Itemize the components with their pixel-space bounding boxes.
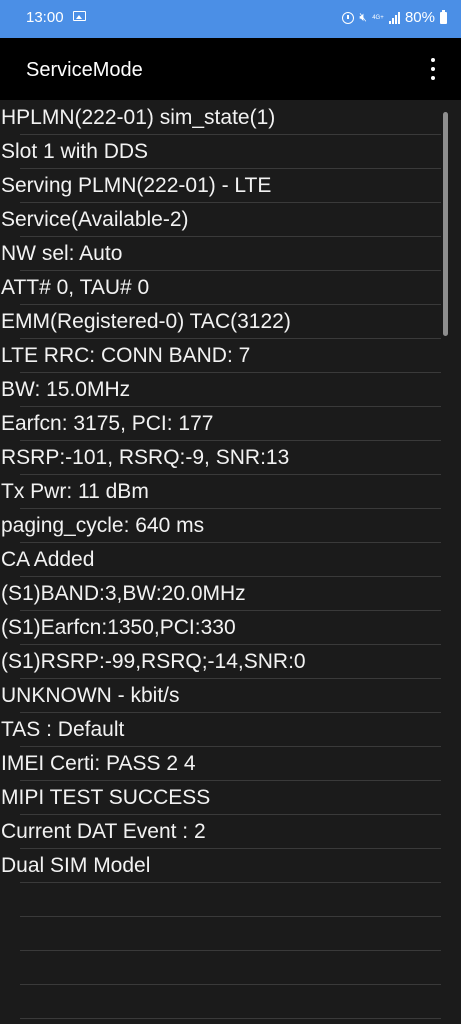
list-item: paging_cycle: 640 ms [1,514,205,537]
page-title: ServiceMode [26,59,143,81]
list-item: CA Added [1,548,95,571]
list-item: Dual SIM Model [1,854,151,877]
list-item: Current DAT Event : 2 [1,820,206,843]
list-item: Serving PLMN(222-01) - LTE [1,174,272,197]
list-item: UNKNOWN - kbit/s [1,684,180,707]
more-vert-icon [431,58,435,62]
list-item: (S1)Earfcn:1350,PCI:330 [1,616,236,639]
list-item [0,916,442,950]
alarm-icon [342,11,355,24]
list-item: (S1)RSRP:-99,RSRQ;-14,SNR:0 [1,650,306,673]
battery-icon [440,9,447,24]
list-item: BW: 15.0MHz [1,378,131,401]
list-item: MIPI TEST SUCCESS [1,786,211,809]
mute-icon: 🔇︎ [359,10,367,24]
app-bar: ServiceMode [0,38,461,100]
list-item: NW sel: Auto [1,242,123,265]
row-divider [20,1018,441,1019]
4g-lte-icon: 4G+ [372,14,384,21]
list-item: Earfcn: 3175, PCI: 177 [1,412,214,435]
list-item: HPLMN(222-01) sim_state(1) [1,106,276,129]
gallery-icon [73,11,86,21]
list-item: IMEI Certi: PASS 2 4 [1,752,196,775]
list-item: Slot 1 with DDS [1,140,149,163]
battery-percentage: 80% [404,9,435,26]
list-item: LTE RRC: CONN BAND: 7 [1,344,251,367]
list-item: (S1)BAND:3,BW:20.0MHz [1,582,246,605]
list-item [0,950,442,984]
list-item: EMM(Registered-0) TAC(3122) [1,310,291,333]
signal-icon [388,11,400,24]
list-item [0,984,442,1018]
list-item: TAS : Default [1,718,125,741]
status-icons: 🔇︎ 4G+ 80% [342,9,447,26]
status-bar: 13:00 🔇︎ 4G+ 80% [0,0,461,38]
more-options-button[interactable] [427,58,439,80]
list-item [0,882,442,916]
list-item: ATT# 0, TAU# 0 [1,276,150,299]
scrollbar[interactable] [443,112,448,336]
status-time: 13:00 [26,9,64,26]
list-item: RSRP:-101, RSRQ:-9, SNR:13 [1,446,290,469]
list-item: Tx Pwr: 11 dBm [1,480,149,503]
list-item: Service(Available-2) [1,208,189,231]
service-info-list[interactable]: HPLMN(222-01) sim_state(1) Slot 1 with DD… [0,100,461,1024]
